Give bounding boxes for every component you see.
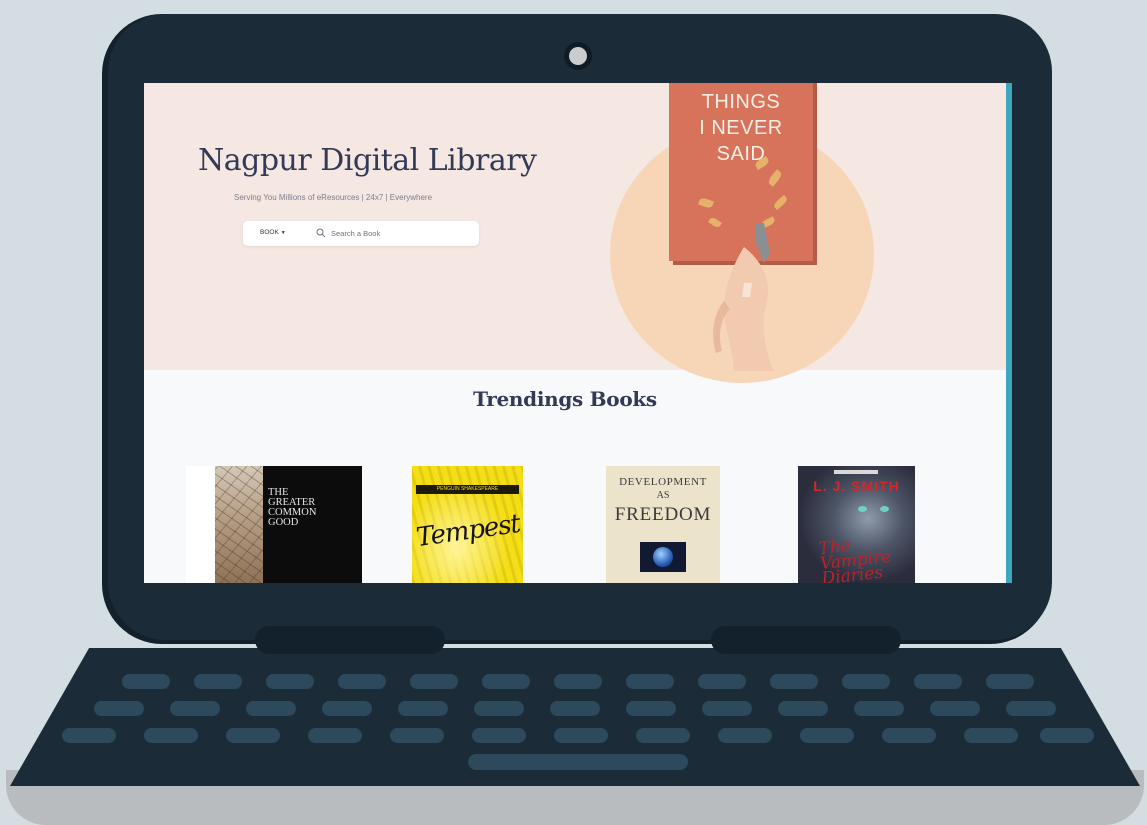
trending-book-card[interactable]: THE GREATER COMMON GOOD xyxy=(186,466,362,583)
book-cover-title: The Vampire Diaries xyxy=(817,535,893,583)
face-eyes-decoration xyxy=(854,506,894,514)
search-icon xyxy=(316,228,326,238)
search-bar: BOOK ▼ xyxy=(243,221,479,246)
book-cover-title: Tempest xyxy=(414,508,522,554)
book-cover-title-line: FREEDOM xyxy=(614,504,712,525)
trending-book-card[interactable]: DEVELOPMENT AS FREEDOM xyxy=(606,466,720,583)
browser-screen: THINGS I NEVER SAID Nagpur Digital Libra… xyxy=(144,83,1006,583)
laptop-keyboard-deck xyxy=(10,648,1140,786)
hero-section: THINGS I NEVER SAID Nagpur Digital Libra… xyxy=(144,83,1006,383)
trending-section-title: Trendings Books xyxy=(473,387,657,411)
book-author: L. J. SMITH xyxy=(813,478,900,494)
trending-book-card[interactable]: L. J. SMITH The Vampire Diaries xyxy=(798,466,915,583)
site-title: Nagpur Digital Library xyxy=(198,143,537,178)
book-cover-title-line: AS xyxy=(656,490,670,501)
cover-banner-decoration xyxy=(834,470,878,474)
webcam-icon xyxy=(564,42,592,70)
leaf-decoration xyxy=(766,169,784,187)
featured-book-title: THINGS I NEVER SAID xyxy=(699,91,783,165)
laptop-hinge-left xyxy=(255,626,445,654)
trending-book-card[interactable]: PENGUIN SHAKESPEARE Tempest xyxy=(412,466,523,583)
screen-scrollbar-edge xyxy=(1006,83,1012,583)
book-cover-title-line: DEVELOPMENT xyxy=(619,476,707,488)
site-tagline: Serving You Millions of eResources | 24x… xyxy=(234,193,433,202)
search-type-dropdown[interactable]: BOOK ▼ xyxy=(260,229,286,236)
laptop-hinge-right xyxy=(711,626,901,654)
leaf-decoration xyxy=(698,196,714,210)
chevron-down-icon: ▼ xyxy=(280,230,286,236)
book-cover-title: THE GREATER COMMON GOOD xyxy=(268,487,317,528)
leaf-decoration xyxy=(772,194,789,211)
globe-image xyxy=(640,542,686,572)
cracked-earth-image xyxy=(215,466,263,583)
search-type-label: BOOK xyxy=(260,229,279,236)
book-publisher: PENGUIN SHAKESPEARE xyxy=(416,485,519,494)
search-input[interactable] xyxy=(331,226,471,240)
hand-holding-book-illustration xyxy=(713,223,774,371)
